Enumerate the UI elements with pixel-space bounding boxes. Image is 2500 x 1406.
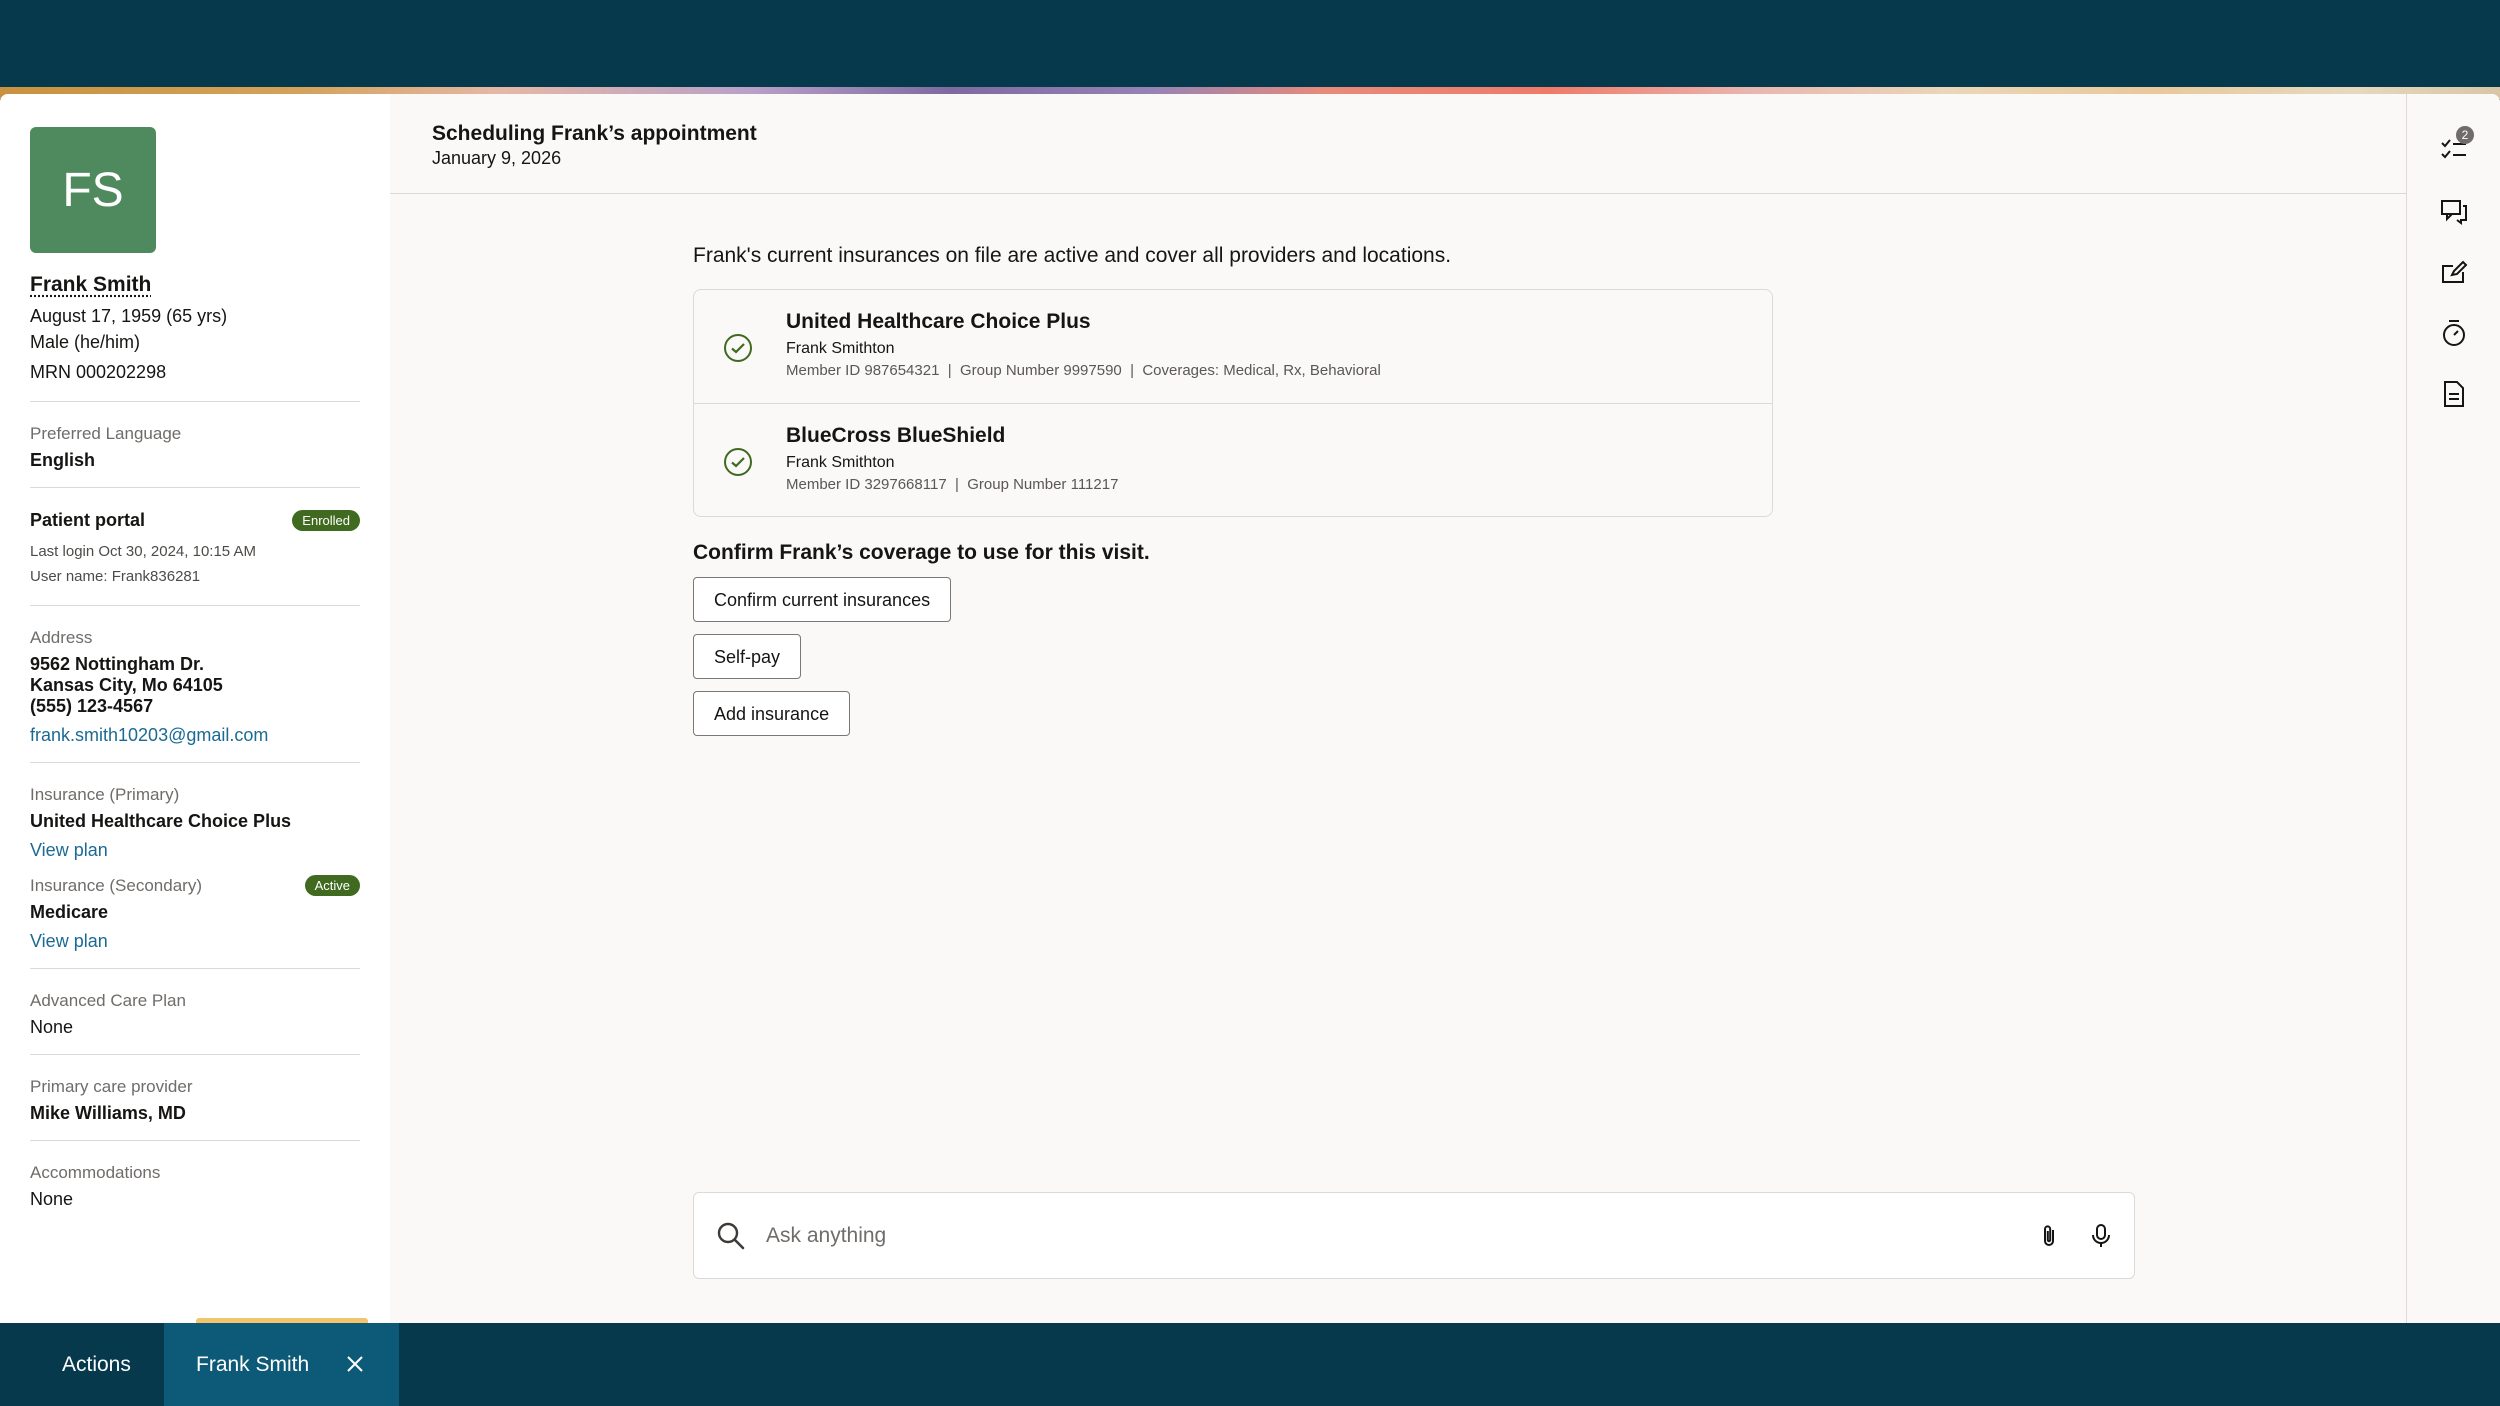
patient-gender: Male (he/him)	[30, 332, 141, 352]
page-title: Scheduling Frank’s appointment	[432, 122, 757, 145]
insurance-details: Member ID 987654321 | Group Number 99975…	[786, 362, 1381, 379]
insurance-holder: Frank Smithton	[786, 340, 895, 357]
check-circle-icon	[724, 334, 752, 362]
conversation-content: Frank's current insurances on file are a…	[693, 244, 1773, 748]
insurance-details: Member ID 3297668117 | Group Number 1112…	[786, 476, 1119, 493]
last-login: Last login Oct 30, 2024, 10:15 AM	[30, 543, 256, 560]
app-window: FS Frank Smith August 17, 1959 (65 yrs) …	[0, 94, 2500, 1323]
insurance-holder: Frank Smithton	[786, 454, 895, 471]
patient-name[interactable]: Frank Smith	[30, 273, 360, 297]
avatar: FS	[30, 127, 156, 253]
page-date: January 9, 2026	[432, 148, 562, 168]
accommodations-label: Accommodations	[30, 1163, 161, 1182]
address-line2: Kansas City, Mo 64105	[30, 675, 223, 695]
chat-icon[interactable]	[2439, 196, 2469, 226]
advanced-care-plan-label: Advanced Care Plan	[30, 991, 186, 1010]
confirm-current-insurances-button[interactable]: Confirm current insurances	[693, 577, 952, 622]
ask-bar	[693, 1192, 2135, 1279]
email-link[interactable]: frank.smith10203@gmail.com	[30, 725, 360, 746]
status-badge: Enrolled	[292, 510, 360, 531]
divider	[30, 1054, 360, 1055]
insurance-list: United Healthcare Choice Plus Frank Smit…	[693, 289, 1773, 517]
accommodations-value: None	[30, 1189, 74, 1209]
address-line1: 9562 Nottingham Dr.	[30, 654, 205, 674]
primary-care-provider-label: Primary care provider	[30, 1077, 193, 1096]
insurance-item: United Healthcare Choice Plus Frank Smit…	[694, 290, 1772, 403]
insurance-name: BlueCross BlueShield	[786, 424, 1006, 447]
patient-sidebar: FS Frank Smith August 17, 1959 (65 yrs) …	[0, 94, 390, 1323]
insurance-primary-value: United Healthcare Choice Plus	[30, 811, 292, 831]
tab-label: Frank Smith	[196, 1352, 310, 1376]
ask-input[interactable]	[764, 1222, 2008, 1249]
insurance-intro-text: Frank's current insurances on file are a…	[693, 244, 1452, 267]
status-badge: Active	[304, 875, 360, 896]
page-header: Scheduling Frank’s appointment January 9…	[390, 94, 2406, 194]
self-pay-button[interactable]: Self-pay	[693, 634, 802, 679]
document-icon[interactable]	[2439, 379, 2469, 409]
address-label: Address	[30, 628, 93, 647]
patient-dob: August 17, 1959 (65 yrs)	[30, 306, 228, 326]
insurance-secondary-value: Medicare	[30, 902, 109, 922]
patient-mrn: MRN 000202298	[30, 362, 167, 382]
divider	[30, 401, 360, 402]
phone-number: (555) 123-4567	[30, 696, 154, 716]
preferred-language-label: Preferred Language	[30, 424, 182, 443]
insurance-name: United Healthcare Choice Plus	[786, 310, 1091, 333]
edit-box-icon[interactable]	[2439, 257, 2469, 287]
advanced-care-plan-value: None	[30, 1017, 74, 1037]
check-circle-icon	[724, 448, 752, 476]
bottom-taskbar: Actions Frank Smith	[0, 1323, 2500, 1406]
search-icon	[716, 1221, 746, 1251]
divider	[30, 762, 360, 763]
divider	[30, 487, 360, 488]
attachment-icon[interactable]	[2038, 1223, 2060, 1249]
insurance-primary-label: Insurance (Primary)	[30, 785, 180, 804]
insurance-secondary-label: Insurance (Secondary)	[30, 875, 202, 895]
microphone-icon[interactable]	[2090, 1223, 2112, 1249]
primary-care-provider-value: Mike Williams, MD	[30, 1103, 186, 1123]
tasks-count-badge: 2	[2456, 126, 2474, 144]
main-panel: Scheduling Frank’s appointment January 9…	[390, 94, 2406, 1323]
divider	[30, 1140, 360, 1141]
divider	[30, 605, 360, 606]
divider	[30, 968, 360, 969]
coverage-question: Confirm Frank’s coverage to use for this…	[693, 541, 1150, 564]
insurance-item: BlueCross BlueShield Frank Smithton Memb…	[694, 403, 1772, 516]
close-icon[interactable]	[345, 1354, 365, 1374]
preferred-language-value: English	[30, 450, 96, 470]
actions-button[interactable]: Actions	[62, 1323, 131, 1406]
patient-portal-label: Patient portal	[30, 510, 146, 530]
add-insurance-button[interactable]: Add insurance	[693, 691, 851, 736]
view-plan-primary-link[interactable]: View plan	[30, 840, 360, 861]
timer-icon[interactable]	[2439, 318, 2469, 348]
tasks-icon[interactable]: 2	[2439, 126, 2474, 164]
portal-username: User name: Frank836281	[30, 568, 201, 585]
tab-frank-smith[interactable]: Frank Smith	[164, 1323, 399, 1406]
right-rail: 2	[2406, 94, 2500, 1323]
view-plan-secondary-link[interactable]: View plan	[30, 931, 360, 952]
